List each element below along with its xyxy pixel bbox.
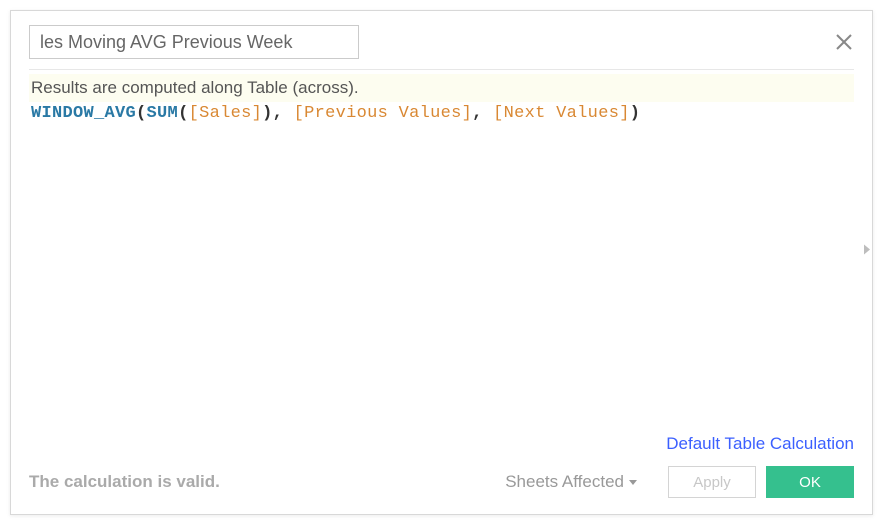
token-comma: , [273, 104, 294, 123]
token-function: WINDOW_AVG [31, 104, 136, 123]
apply-button[interactable]: Apply [668, 466, 756, 498]
token-field: [Sales] [189, 104, 263, 123]
sheets-affected-label: Sheets Affected [505, 472, 624, 492]
sheets-affected-dropdown[interactable]: Sheets Affected [505, 472, 638, 492]
token-function: SUM [147, 104, 179, 123]
validation-status-text: The calculation is valid. [29, 472, 220, 492]
token-paren: ) [630, 104, 641, 123]
formula-text[interactable]: WINDOW_AVG(SUM([Sales]), [Previous Value… [29, 102, 854, 125]
dialog-header [11, 11, 872, 69]
dialog-footer: The calculation is valid. Sheets Affecte… [11, 460, 872, 514]
footer-link-row: Default Table Calculation [11, 434, 872, 460]
token-field: [Next Values] [493, 104, 630, 123]
expand-panel-button[interactable] [860, 243, 872, 262]
close-icon [835, 33, 853, 51]
default-table-calculation-link[interactable]: Default Table Calculation [666, 434, 854, 454]
chevron-right-icon [860, 243, 872, 257]
close-button[interactable] [834, 32, 854, 52]
token-field: [Previous Values] [294, 104, 473, 123]
formula-editor-area[interactable]: Results are computed along Table (across… [11, 70, 872, 434]
token-paren: ( [136, 104, 147, 123]
ok-button[interactable]: OK [766, 466, 854, 498]
token-paren: ( [178, 104, 189, 123]
token-paren: ) [262, 104, 273, 123]
calculation-name-input[interactable] [29, 25, 359, 59]
calculation-editor-dialog: Results are computed along Table (across… [10, 10, 873, 515]
caret-down-icon [628, 477, 638, 487]
compute-status-banner: Results are computed along Table (across… [29, 74, 854, 102]
token-comma: , [472, 104, 493, 123]
